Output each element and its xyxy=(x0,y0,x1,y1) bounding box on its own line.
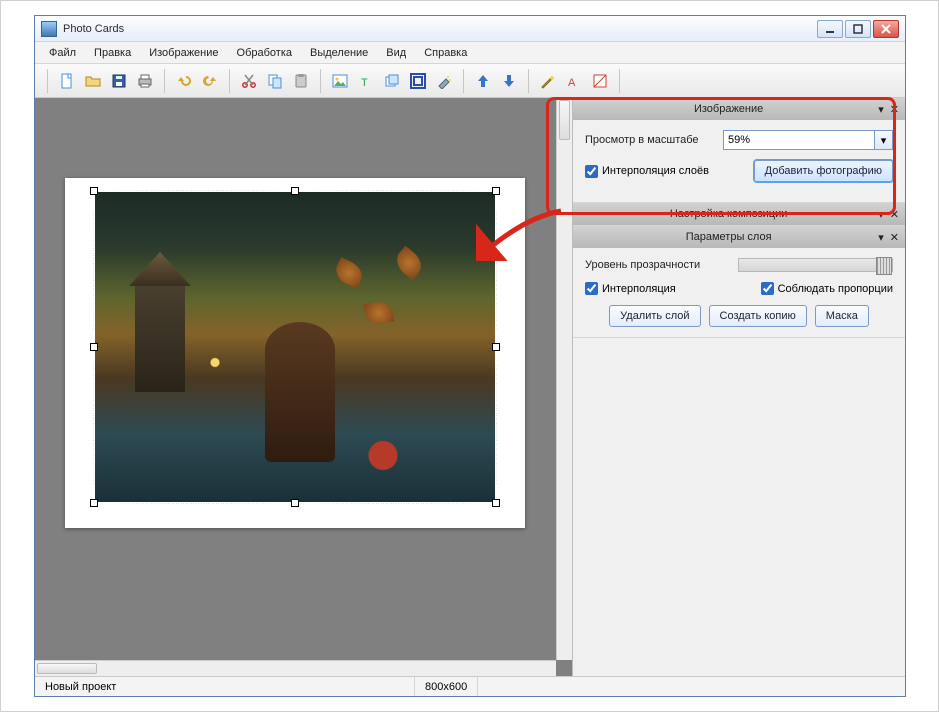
adjust-icon[interactable] xyxy=(589,70,611,92)
canvas[interactable] xyxy=(65,178,525,528)
close-button[interactable] xyxy=(873,20,899,38)
close-panel-icon[interactable]: ✕ xyxy=(890,231,899,244)
zoom-label: Просмотр в масштабе xyxy=(585,134,723,146)
panel-composition: Настройка композиции ▾ ✕ xyxy=(573,203,905,226)
minimize-button[interactable] xyxy=(817,20,843,38)
scrollbar-thumb[interactable] xyxy=(559,100,570,140)
statusbar: Новый проект 800x600 xyxy=(35,676,905,696)
resize-handle[interactable] xyxy=(291,187,299,195)
up-icon[interactable] xyxy=(472,70,494,92)
side-panel: Изображение ▾ ✕ Просмотр в масштабе ▾ xyxy=(573,98,905,676)
menu-process[interactable]: Обработка xyxy=(229,44,300,62)
undo-icon[interactable] xyxy=(173,70,195,92)
redo-icon[interactable] xyxy=(199,70,221,92)
menu-image[interactable]: Изображение xyxy=(141,44,226,62)
zoom-dropdown-icon[interactable]: ▾ xyxy=(875,130,893,150)
app-icon xyxy=(41,21,57,37)
menu-selection[interactable]: Выделение xyxy=(302,44,376,62)
panel-layer: Параметры слоя ▾ ✕ Уровень прозрачности xyxy=(573,226,905,338)
mask-button[interactable]: Маска xyxy=(815,305,869,327)
new-icon[interactable] xyxy=(56,70,78,92)
panel-title: Изображение xyxy=(579,103,878,115)
opacity-label: Уровень прозрачности xyxy=(585,259,738,271)
effects-icon[interactable] xyxy=(433,70,455,92)
selection-box[interactable] xyxy=(93,190,497,504)
collapse-icon[interactable]: ▾ xyxy=(878,103,884,116)
vertical-scrollbar[interactable] xyxy=(556,98,572,660)
menu-help[interactable]: Справка xyxy=(416,44,475,62)
collapse-icon[interactable]: ▾ xyxy=(878,231,884,244)
menu-edit[interactable]: Правка xyxy=(86,44,139,62)
menu-view[interactable]: Вид xyxy=(378,44,414,62)
scrollbar-thumb[interactable] xyxy=(37,663,97,674)
application-window: Photo Cards Файл Правка Изображение Обра… xyxy=(34,15,906,697)
resize-handle[interactable] xyxy=(291,499,299,507)
svg-text:A: A xyxy=(568,77,576,89)
text-style-icon[interactable]: A xyxy=(563,70,585,92)
status-dimensions: 800x600 xyxy=(415,677,478,696)
duplicate-layer-button[interactable]: Создать копию xyxy=(709,305,807,327)
add-photo-button[interactable]: Добавить фотографию xyxy=(754,160,893,182)
close-panel-icon[interactable]: ✕ xyxy=(890,103,899,116)
toolbar: T A xyxy=(35,64,905,98)
maximize-button[interactable] xyxy=(845,20,871,38)
keep-aspect-checkbox[interactable]: Соблюдать пропорции xyxy=(761,282,893,295)
resize-handle[interactable] xyxy=(90,499,98,507)
wand-icon[interactable] xyxy=(537,70,559,92)
cut-icon[interactable] xyxy=(238,70,260,92)
svg-text:T: T xyxy=(361,77,368,89)
titlebar: Photo Cards xyxy=(35,16,905,42)
copy-icon[interactable] xyxy=(264,70,286,92)
paste-icon[interactable] xyxy=(290,70,312,92)
status-project: Новый проект xyxy=(35,677,415,696)
panel-image: Изображение ▾ ✕ Просмотр в масштабе ▾ xyxy=(573,98,905,203)
slider-grip[interactable] xyxy=(876,257,892,275)
resize-handle[interactable] xyxy=(492,187,500,195)
frame-icon[interactable] xyxy=(407,70,429,92)
panel-title: Параметры слоя xyxy=(579,231,878,243)
text-icon[interactable]: T xyxy=(355,70,377,92)
panel-title: Настройка композиции xyxy=(579,208,878,220)
canvas-area[interactable] xyxy=(35,98,573,676)
image-icon[interactable] xyxy=(329,70,351,92)
print-icon[interactable] xyxy=(134,70,156,92)
horizontal-scrollbar[interactable] xyxy=(35,660,556,676)
collapse-icon[interactable]: ▾ xyxy=(878,208,884,221)
layer-icon[interactable] xyxy=(381,70,403,92)
menubar: Файл Правка Изображение Обработка Выделе… xyxy=(35,42,905,64)
resize-handle[interactable] xyxy=(90,343,98,351)
zoom-input[interactable] xyxy=(723,130,875,150)
interpolate-layers-checkbox[interactable]: Интерполяция слоёв xyxy=(585,165,709,178)
resize-handle[interactable] xyxy=(90,187,98,195)
interpolation-checkbox[interactable]: Интерполяция xyxy=(585,282,676,295)
save-icon[interactable] xyxy=(108,70,130,92)
delete-layer-button[interactable]: Удалить слой xyxy=(609,305,700,327)
close-panel-icon[interactable]: ✕ xyxy=(890,208,899,221)
resize-handle[interactable] xyxy=(492,499,500,507)
open-icon[interactable] xyxy=(82,70,104,92)
down-icon[interactable] xyxy=(498,70,520,92)
resize-handle[interactable] xyxy=(492,343,500,351)
window-title: Photo Cards xyxy=(63,23,817,35)
opacity-slider[interactable] xyxy=(738,258,893,272)
menu-file[interactable]: Файл xyxy=(41,44,84,62)
